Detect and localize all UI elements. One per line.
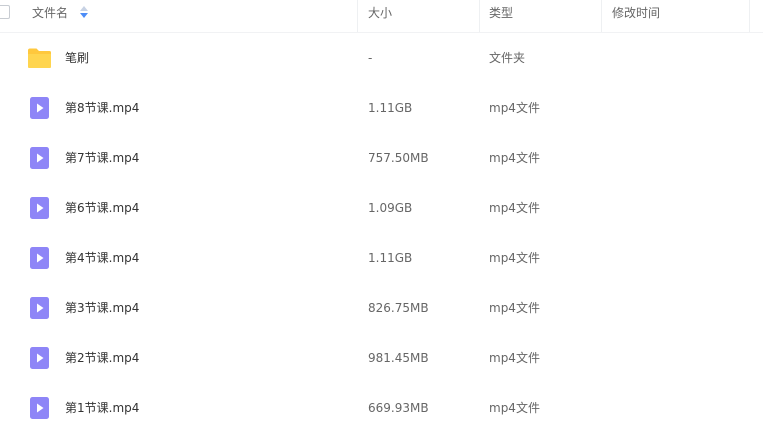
column-header-name-label: 文件名: [32, 6, 69, 20]
file-size: 826.75MB: [368, 301, 429, 315]
file-size: 1.11GB: [368, 101, 413, 115]
file-row[interactable]: 第2节课.mp4 981.45MB mp4文件: [0, 333, 763, 383]
column-divider[interactable]: [479, 0, 480, 32]
video-file-icon: [30, 347, 49, 369]
file-name[interactable]: 第2节课.mp4: [65, 333, 139, 383]
file-name[interactable]: 第7节课.mp4: [65, 133, 139, 183]
video-file-icon: [30, 97, 49, 119]
file-name[interactable]: 第4节课.mp4: [65, 233, 139, 283]
column-header-time[interactable]: 修改时间: [612, 0, 660, 32]
file-type: mp4文件: [489, 351, 540, 365]
folder-icon: [28, 48, 51, 68]
file-type: mp4文件: [489, 201, 540, 215]
file-size: 1.09GB: [368, 201, 413, 215]
column-divider[interactable]: [601, 0, 602, 32]
column-header-type[interactable]: 类型: [489, 0, 513, 32]
sort-icon[interactable]: [79, 6, 88, 18]
file-row[interactable]: 第3节课.mp4 826.75MB mp4文件: [0, 283, 763, 333]
video-file-icon: [30, 197, 49, 219]
file-type: mp4文件: [489, 101, 540, 115]
file-name[interactable]: 第1节课.mp4: [65, 383, 139, 433]
file-row[interactable]: 第8节课.mp4 1.11GB mp4文件: [0, 83, 763, 133]
file-size: -: [368, 51, 373, 65]
video-file-icon: [30, 247, 49, 269]
column-header-size[interactable]: 大小: [368, 0, 392, 32]
file-type: 文件夹: [489, 51, 526, 65]
file-type: mp4文件: [489, 401, 540, 415]
file-row[interactable]: 第7节课.mp4 757.50MB mp4文件: [0, 133, 763, 183]
file-row[interactable]: 第1节课.mp4 669.93MB mp4文件: [0, 383, 763, 433]
file-list: 文件名 大小 类型 修改时间 笔刷 - 文件夹 第8节课.mp4 1.11GB …: [0, 0, 763, 443]
column-header-type-label: 类型: [489, 6, 514, 20]
file-row[interactable]: 第6节课.mp4 1.09GB mp4文件: [0, 183, 763, 233]
column-divider[interactable]: [357, 0, 358, 32]
column-divider[interactable]: [749, 0, 750, 32]
file-type: mp4文件: [489, 251, 540, 265]
column-header-size-label: 大小: [368, 6, 393, 20]
column-header-time-label: 修改时间: [612, 6, 661, 20]
file-rows: 笔刷 - 文件夹 第8节课.mp4 1.11GB mp4文件 第7节课.mp4 …: [0, 33, 763, 433]
file-row[interactable]: 第4节课.mp4 1.11GB mp4文件: [0, 233, 763, 283]
file-name[interactable]: 笔刷: [65, 33, 89, 83]
file-size: 757.50MB: [368, 151, 429, 165]
file-size: 669.93MB: [368, 401, 429, 415]
file-name[interactable]: 第6节课.mp4: [65, 183, 139, 233]
file-size: 981.45MB: [368, 351, 429, 365]
file-list-header: 文件名 大小 类型 修改时间: [0, 0, 763, 33]
video-file-icon: [30, 297, 49, 319]
file-type: mp4文件: [489, 301, 540, 315]
column-header-name[interactable]: 文件名: [32, 0, 88, 32]
video-file-icon: [30, 397, 49, 419]
file-size: 1.11GB: [368, 251, 413, 265]
file-type: mp4文件: [489, 151, 540, 165]
file-name[interactable]: 第8节课.mp4: [65, 83, 139, 133]
file-name[interactable]: 第3节课.mp4: [65, 283, 139, 333]
video-file-icon: [30, 147, 49, 169]
file-row[interactable]: 笔刷 - 文件夹: [0, 33, 763, 83]
select-all-checkbox[interactable]: [0, 5, 10, 19]
